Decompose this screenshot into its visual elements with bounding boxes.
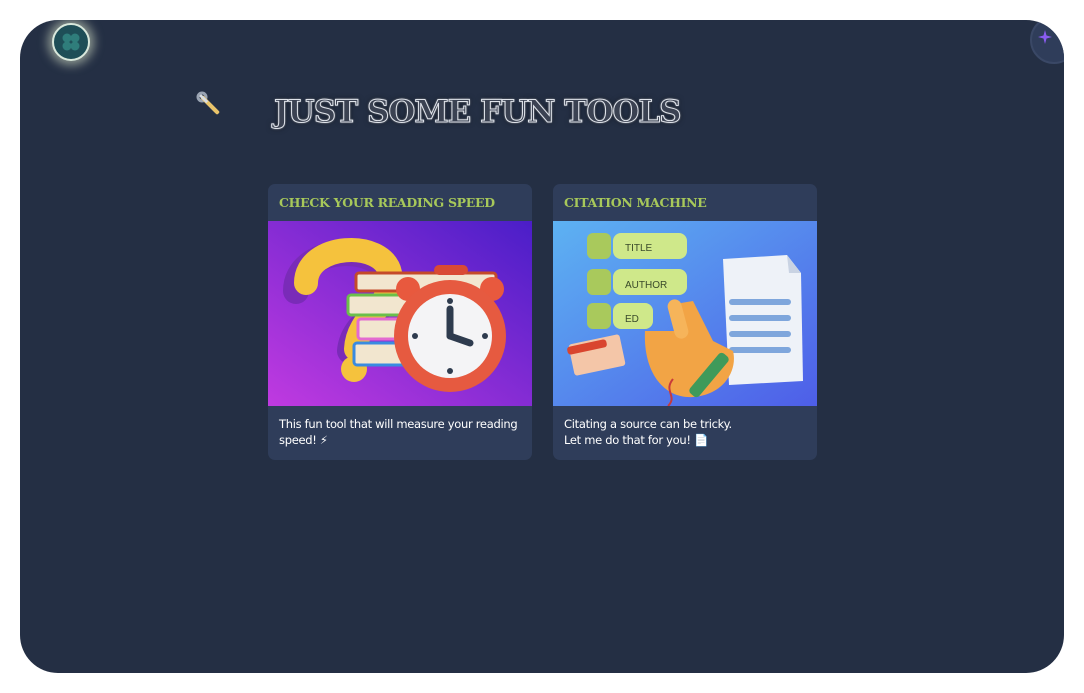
profile-avatar[interactable] xyxy=(52,23,90,61)
card-description-line: Let me do that for you! 📄 xyxy=(564,433,709,447)
clover-icon xyxy=(62,33,80,51)
books-alarm-clock-illustration xyxy=(268,221,532,406)
card-description-line: This fun tool that will measure your rea… xyxy=(279,417,518,431)
corner-menu-button[interactable] xyxy=(1030,20,1064,64)
card-title: CHECK YOUR READING SPEED xyxy=(279,195,495,210)
card-description: This fun tool that will measure your rea… xyxy=(268,406,532,448)
card-title: CITATION MACHINE xyxy=(564,195,707,210)
wrench-screwdriver-icon xyxy=(195,90,225,124)
reading-speed-card[interactable]: CHECK YOUR READING SPEED This fun tool t… xyxy=(268,184,532,460)
page-title: JUST SOME FUN TOOLS xyxy=(274,94,683,131)
sparkle-icon xyxy=(1038,30,1052,44)
tools-card-list: CHECK YOUR READING SPEED This fun tool t… xyxy=(268,184,817,460)
card-description-line: Citating a source can be tricky. xyxy=(564,417,732,431)
image-label-title: TITLE xyxy=(625,243,653,254)
card-description-line: speed! ⚡ xyxy=(279,433,328,447)
image-label-author: AUTHOR xyxy=(625,280,667,291)
app-frame: JUST SOME FUN TOOLS CHECK YOUR READING S… xyxy=(20,20,1064,673)
citation-machine-card[interactable]: CITATION MACHINE TITLE AUTHOR ED Citatin… xyxy=(553,184,817,460)
citation-hand-document-illustration: TITLE AUTHOR ED xyxy=(553,221,817,406)
image-label-ed: ED xyxy=(625,314,639,325)
card-description: Citating a source can be tricky. Let me … xyxy=(553,406,817,448)
